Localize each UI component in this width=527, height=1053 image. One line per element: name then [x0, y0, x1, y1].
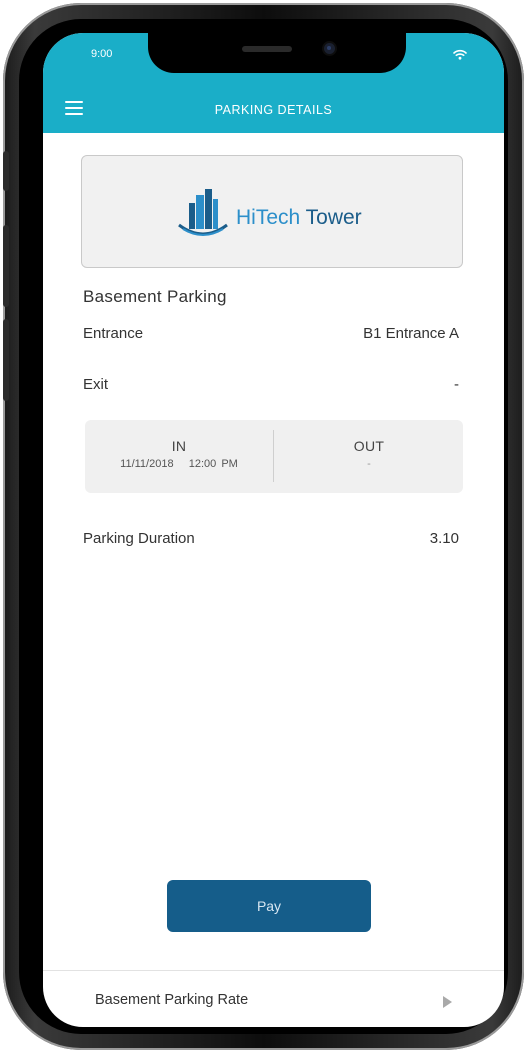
phone-frame: 9:00 PARKING DETAILS HiTech Tower Baseme…: [3, 3, 524, 1050]
in-column: IN 11/11/2018 12:00 PM: [85, 438, 273, 470]
entrance-label: Entrance: [83, 325, 144, 342]
out-label: OUT: [353, 438, 385, 454]
in-out-divider: [273, 430, 274, 482]
in-label: IN: [171, 438, 187, 454]
chevron-right-icon: [443, 996, 452, 1008]
volume-up-button: [3, 225, 9, 307]
in-datetime: 11/11/2018 12:00 PM: [120, 458, 238, 470]
parking-duration-label: Parking Duration: [83, 530, 195, 547]
brand-name-hi: HiTech: [236, 206, 301, 229]
tower-logo-icon: [177, 189, 229, 244]
exit-value: -: [454, 376, 459, 393]
entrance-value: B1 Entrance A: [363, 325, 459, 342]
building-logo-card: HiTech Tower: [81, 155, 463, 268]
exit-label: Exit: [83, 376, 109, 393]
brand-name-rest: Tower: [300, 206, 362, 229]
status-time: 9:00: [91, 48, 113, 60]
front-camera: [324, 43, 335, 54]
out-datetime: -: [367, 458, 371, 470]
volume-down-button: [3, 319, 9, 401]
mute-switch: [3, 151, 9, 191]
pay-button[interactable]: Pay: [167, 880, 371, 932]
parking-rate-label: Basement Parking Rate: [95, 992, 249, 1008]
app-screen: 9:00 PARKING DETAILS HiTech Tower Baseme…: [43, 33, 504, 1027]
parking-duration-value: 3.10: [429, 530, 459, 547]
parking-rate-row[interactable]: Basement Parking Rate: [43, 971, 504, 1027]
notch: [148, 33, 406, 73]
parking-area-title: Basement Parking: [83, 287, 227, 306]
brand-name: HiTech Tower: [236, 206, 362, 230]
speaker-grille: [242, 46, 292, 52]
in-out-card: IN 11/11/2018 12:00 PM OUT -: [85, 420, 463, 493]
wifi-icon: [453, 47, 467, 65]
out-column: OUT -: [275, 438, 463, 470]
app-header: 9:00 PARKING DETAILS: [43, 33, 504, 133]
page-title: PARKING DETAILS: [214, 103, 333, 117]
